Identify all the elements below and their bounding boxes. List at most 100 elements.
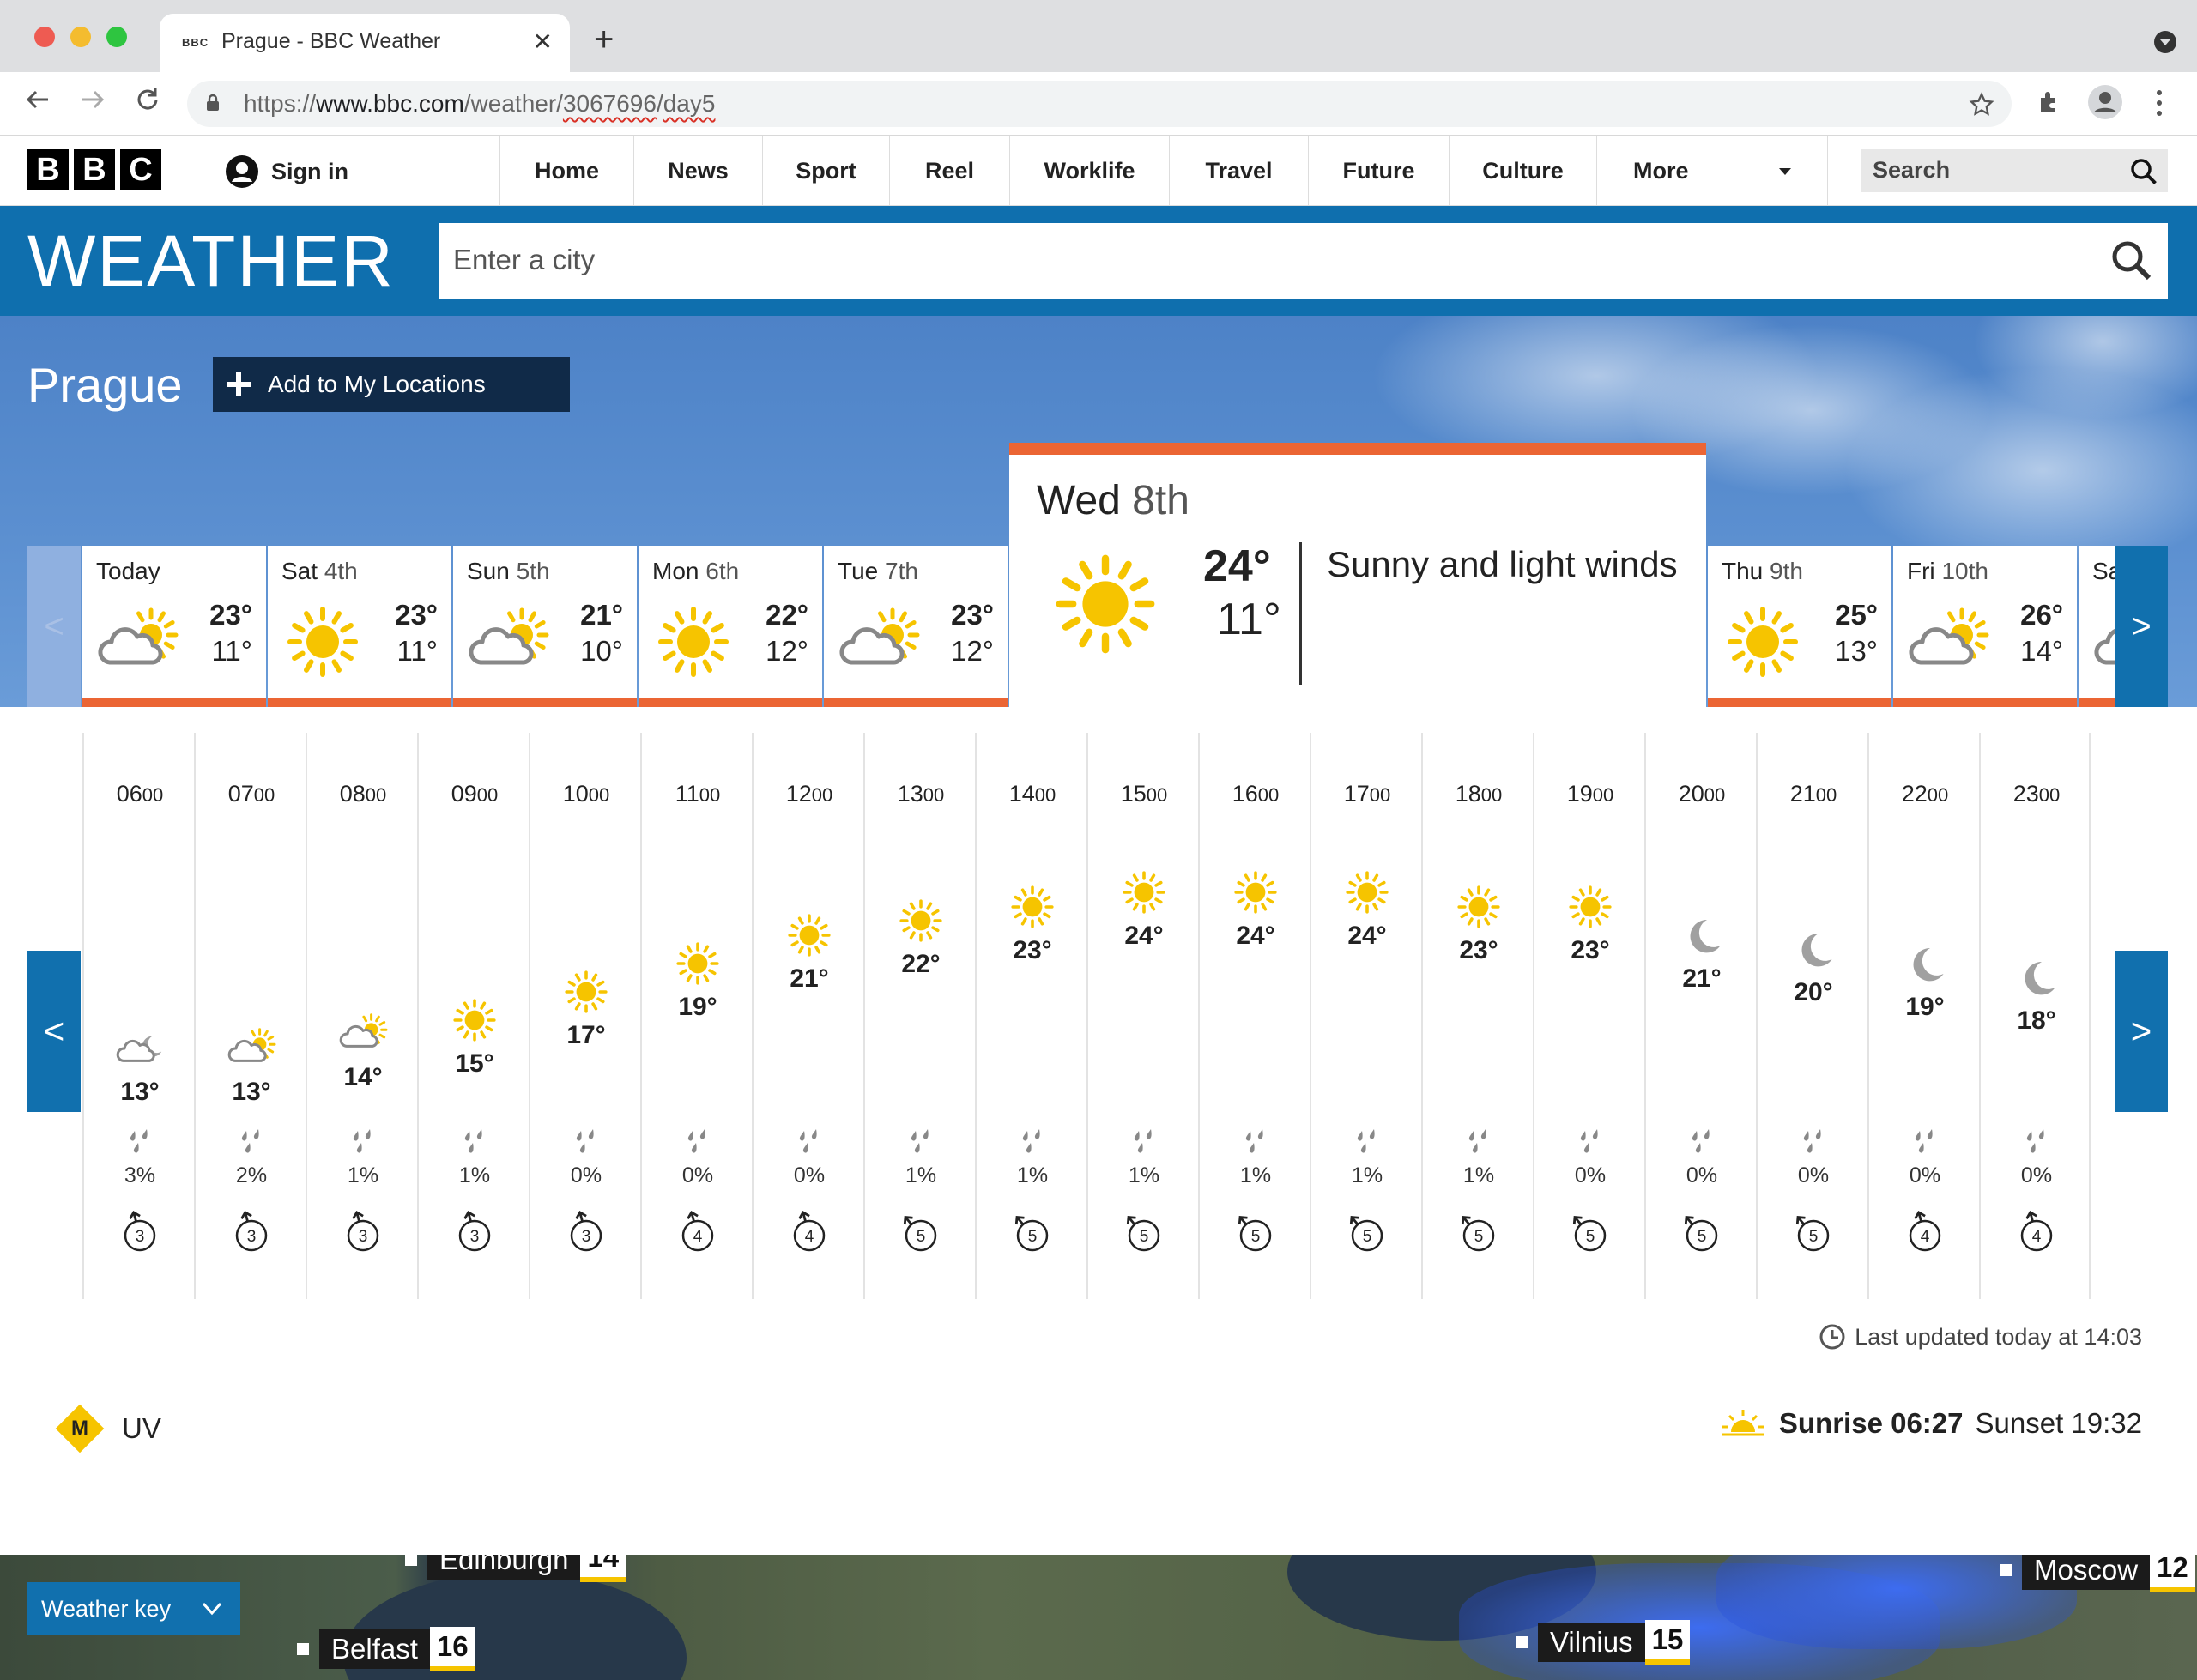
- hour-column[interactable]: 2100 20° 0% 5: [1756, 733, 1867, 1299]
- days-prev-button[interactable]: <: [27, 546, 81, 707]
- hour-column[interactable]: 1100 19° 0% 4: [640, 733, 752, 1299]
- nav-travel[interactable]: Travel: [1169, 136, 1308, 206]
- hour-column[interactable]: 2200 19° 0% 4: [1867, 733, 1979, 1299]
- map-city-edinburgh[interactable]: Edinburgh 14: [405, 1555, 626, 1582]
- hour-temp: 15°: [455, 1048, 494, 1078]
- wind-arrow-icon: 3: [227, 1210, 275, 1258]
- map-city-moscow[interactable]: Moscow 12: [2000, 1555, 2195, 1592]
- rain-drops-icon: [1130, 1129, 1158, 1155]
- hour-temp: 24°: [1236, 922, 1275, 950]
- hour-column[interactable]: 1800 23° 1% 5: [1421, 733, 1533, 1299]
- map-city-belfast[interactable]: Belfast 16: [297, 1627, 475, 1671]
- uv-label: UV: [122, 1412, 161, 1444]
- day-tab-sun[interactable]: Sun 5th 21° 10°: [453, 546, 637, 707]
- url-text: https://www.bbc.com/weather/3067696/day5: [244, 90, 716, 117]
- day-tab-mon[interactable]: Mon 6th 22° 12°: [639, 546, 822, 707]
- hour-column[interactable]: 1400 23° 1% 5: [975, 733, 1086, 1299]
- city-name: Belfast: [319, 1629, 430, 1669]
- nav-home[interactable]: Home: [499, 136, 633, 206]
- hour-time: 1300: [897, 781, 945, 807]
- sun-icon: [1007, 881, 1058, 933]
- day-tab-fri[interactable]: Fri 10th 26° 14°: [1893, 546, 2077, 707]
- hour-column[interactable]: 2300 18° 0% 4: [1979, 733, 2091, 1299]
- wind-arrow-icon: 5: [1008, 1210, 1056, 1258]
- extensions-icon[interactable]: [2036, 88, 2063, 115]
- hour-column[interactable]: 2000 21° 0% 5: [1644, 733, 1756, 1299]
- sun-icon: [1230, 867, 1281, 918]
- bookmark-star-icon[interactable]: [1969, 92, 1994, 118]
- day-tab-today[interactable]: Today 23° 11°: [82, 546, 266, 707]
- search-icon[interactable]: [2109, 239, 2154, 283]
- hour-column[interactable]: 1500 24° 1% 5: [1086, 733, 1198, 1299]
- search-icon[interactable]: [2130, 158, 2158, 185]
- day-tab-tue[interactable]: Tue 7th 23° 12°: [824, 546, 1008, 707]
- hour-column[interactable]: 1600 24° 1% 5: [1198, 733, 1310, 1299]
- wind-arrow-icon: 3: [451, 1210, 499, 1258]
- hour-column[interactable]: 1000 17° 0% 3: [529, 733, 640, 1299]
- day-tab-wed-selected[interactable]: Wed 8th 24° 11° Sunny and light winds: [1009, 443, 1706, 707]
- map-city-vilnius[interactable]: Vilnius 15: [1516, 1620, 1691, 1665]
- day-tab-sat[interactable]: Sat 4th 23° 11°: [268, 546, 451, 707]
- sunrise-time: Sunrise 06:27: [1778, 1407, 1964, 1439]
- wind-arrow-icon: 3: [116, 1210, 164, 1258]
- partly-cloudy-icon: [226, 1023, 277, 1074]
- nav-reel[interactable]: Reel: [889, 136, 1009, 206]
- day-high: 23°: [395, 599, 438, 631]
- sun-icon: [280, 599, 366, 685]
- nav-future[interactable]: Future: [1308, 136, 1449, 206]
- reload-icon[interactable]: [132, 84, 163, 115]
- day-tab-thu[interactable]: Thu 9th 25° 13°: [1708, 546, 1891, 707]
- day-low: 12°: [766, 635, 808, 667]
- bbc-search-input[interactable]: Search: [1861, 149, 2168, 192]
- days-next-button[interactable]: >: [2115, 546, 2168, 707]
- nav-news[interactable]: News: [633, 136, 762, 206]
- maximize-window-button[interactable]: [106, 27, 127, 47]
- weather-key-button[interactable]: Weather key: [27, 1582, 240, 1635]
- moon-icon: [1899, 938, 1951, 989]
- add-to-locations-button[interactable]: Add to My Locations: [213, 357, 570, 412]
- city-search-input[interactable]: Enter a city: [439, 223, 2168, 299]
- sun-icon: [1118, 867, 1170, 918]
- weather-description: Sunny and light winds: [1327, 544, 1678, 584]
- browser-menu-icon[interactable]: [2152, 88, 2166, 118]
- hour-column[interactable]: 1700 24° 1% 5: [1310, 733, 1421, 1299]
- forward-icon[interactable]: [77, 84, 108, 115]
- hour-time: 1600: [1232, 781, 1280, 807]
- back-icon[interactable]: [22, 84, 53, 115]
- hour-column[interactable]: 1900 23° 0% 5: [1533, 733, 1644, 1299]
- hour-time: 0800: [339, 781, 387, 807]
- hour-column[interactable]: 0700 13° 2% 3: [194, 733, 306, 1299]
- nav-culture[interactable]: Culture: [1449, 136, 1596, 206]
- address-bar[interactable]: https://www.bbc.com/weather/3067696/day5: [187, 81, 2012, 127]
- minimize-window-button[interactable]: [70, 27, 91, 47]
- city-name: Moscow: [2022, 1555, 2151, 1590]
- tab-search-icon[interactable]: [2154, 31, 2176, 53]
- hour-column[interactable]: 0600 13° 3% 3: [82, 733, 194, 1299]
- hour-column[interactable]: 1200 21° 0% 4: [752, 733, 863, 1299]
- bbc-logo[interactable]: B B C: [27, 149, 161, 190]
- tab-close-icon[interactable]: ✕: [533, 27, 553, 56]
- rain-drops-icon: [349, 1129, 377, 1155]
- rain-chance: 3%: [124, 1163, 156, 1187]
- day-tab-sat-partial[interactable]: Sa: [2079, 546, 2115, 707]
- hour-temp: 17°: [566, 1020, 606, 1049]
- hour-column[interactable]: 0800 14° 1% 3: [306, 733, 417, 1299]
- hour-time: 1400: [1008, 781, 1056, 807]
- wind-arrow-icon: 3: [562, 1210, 610, 1258]
- new-tab-button[interactable]: +: [594, 22, 614, 57]
- nav-more-dropdown[interactable]: More: [1596, 136, 1828, 206]
- sunrise-icon: [1722, 1410, 1764, 1436]
- browser-tab[interactable]: BBC Prague - BBC Weather ✕: [160, 14, 570, 72]
- uv-indicator[interactable]: M UV: [55, 1404, 161, 1453]
- nav-sport[interactable]: Sport: [762, 136, 889, 206]
- weather-map[interactable]: Edinburgh 14 Belfast 16 Vilnius 15 Mosco…: [0, 1555, 2197, 1680]
- sign-in-link[interactable]: Sign in: [225, 154, 348, 189]
- hour-column[interactable]: 1300 22° 1% 5: [863, 733, 975, 1299]
- profile-avatar-icon[interactable]: [2087, 84, 2123, 120]
- search-placeholder: Search: [1873, 157, 1951, 183]
- weather-title[interactable]: WEATHER: [27, 220, 395, 303]
- rain-chance: 0%: [1797, 1163, 1830, 1187]
- hour-column[interactable]: 0900 15° 1% 3: [417, 733, 529, 1299]
- nav-worklife[interactable]: Worklife: [1009, 136, 1169, 206]
- close-window-button[interactable]: [34, 27, 55, 47]
